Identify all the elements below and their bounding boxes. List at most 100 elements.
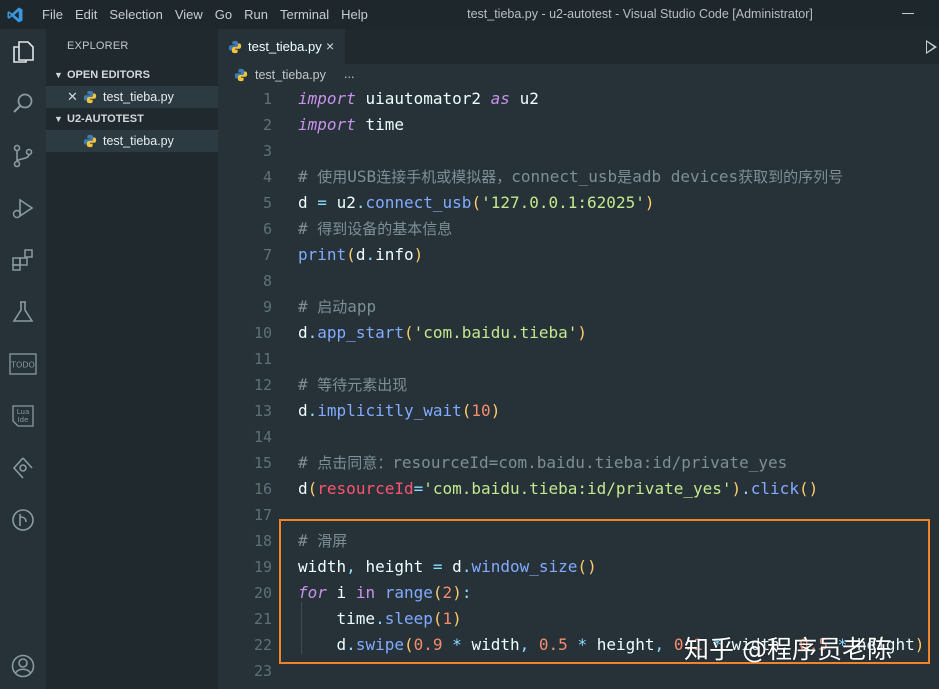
code-text: import uiautomator2 as u2 — [298, 89, 539, 108]
svg-text:TODO: TODO — [10, 361, 35, 370]
run-file-icon[interactable] — [926, 40, 937, 54]
search-icon[interactable] — [8, 89, 38, 119]
close-icon[interactable]: ✕ — [67, 86, 78, 108]
line-number: 22 — [253, 636, 272, 654]
watermark: 知乎 @程序员老陈 — [684, 635, 892, 664]
workspace-section[interactable]: ▼ U2-AUTOTEST — [46, 108, 218, 130]
svg-text:Lua: Lua — [17, 408, 30, 416]
python-file-icon — [228, 40, 242, 54]
code-line: 2 import time — [218, 112, 939, 138]
line-number: 12 — [253, 376, 272, 394]
code-text: # 点击同意：resourceId=com.baidu.tieba:id/pri… — [298, 453, 788, 472]
line-number: 23 — [253, 662, 272, 680]
python-file-icon — [234, 68, 248, 82]
line-number: 19 — [253, 558, 272, 576]
code-text: d.implicitly_wait(10) — [298, 401, 501, 420]
line-number: 20 — [253, 584, 272, 602]
code-text: # 使用USB连接手机或模拟器，connect_usb是adb devices获… — [298, 167, 844, 186]
editor-tab-bar: test_tieba.py × — [218, 29, 939, 64]
lua-ide-icon[interactable]: Lua Ide — [8, 401, 38, 431]
code-line: 5 d = u2.connect_usb('127.0.0.1:62025') — [218, 190, 939, 216]
line-number: 7 — [262, 246, 272, 264]
menu-selection[interactable]: Selection — [103, 7, 168, 22]
code-line: 8 — [218, 268, 939, 294]
open-editor-item[interactable]: ✕ test_tieba.py — [46, 86, 218, 108]
line-number: 17 — [253, 506, 272, 524]
testing-icon[interactable] — [8, 297, 38, 327]
code-line: 11 — [218, 346, 939, 372]
line-number: 10 — [253, 324, 272, 342]
explorer-title: EXPLORER — [67, 40, 129, 52]
code-line: 6 # 得到设备的基本信息 — [218, 216, 939, 242]
workspace-label: U2-AUTOTEST — [67, 113, 144, 125]
line-number: 3 — [262, 142, 272, 160]
code-line: 1 import uiautomator2 as u2 — [218, 86, 939, 112]
code-text: d.app_start('com.baidu.tieba') — [298, 323, 588, 342]
menu-bar: File Edit Selection View Go Run Terminal… — [36, 0, 374, 29]
open-editors-label: OPEN EDITORS — [67, 69, 150, 81]
run-debug-icon[interactable] — [8, 193, 38, 223]
line-number: 16 — [253, 480, 272, 498]
code-text: # 启动app — [298, 297, 377, 316]
line-number: 6 — [262, 220, 272, 238]
tab-label: test_tieba.py — [248, 39, 322, 54]
line-number: 14 — [253, 428, 272, 446]
python-file-icon — [83, 90, 97, 104]
line-number: 4 — [262, 168, 272, 186]
menu-run[interactable]: Run — [238, 7, 274, 22]
activity-bar: TODO Lua Ide — [0, 29, 46, 689]
code-line: 10 d.app_start('com.baidu.tieba') — [218, 320, 939, 346]
code-text: d(resourceId='com.baidu.tieba:id/private… — [298, 479, 819, 498]
vscode-logo-icon — [7, 7, 23, 23]
breadcrumb: test_tieba.py ... — [218, 64, 939, 86]
line-number: 2 — [262, 116, 272, 134]
title-bar: File Edit Selection View Go Run Terminal… — [0, 0, 939, 29]
code-line: 3 — [218, 138, 939, 164]
git-lens-icon[interactable] — [8, 505, 38, 535]
code-text: # 等待元素出现 — [298, 375, 408, 394]
source-control-icon[interactable] — [8, 141, 38, 171]
line-number: 13 — [253, 402, 272, 420]
code-line: 16 d(resourceId='com.baidu.tieba:id/priva… — [218, 476, 939, 502]
code-line: 13 d.implicitly_wait(10) — [218, 398, 939, 424]
line-number: 5 — [262, 194, 272, 212]
code-line: 14 — [218, 424, 939, 450]
line-number: 8 — [262, 272, 272, 290]
account-icon[interactable] — [8, 651, 38, 681]
breadcrumb-file[interactable]: test_tieba.py — [255, 68, 326, 82]
minimize-icon[interactable] — [902, 13, 914, 14]
menu-go[interactable]: Go — [209, 7, 238, 22]
code-line: 15 # 点击同意：resourceId=com.baidu.tieba:id/p… — [218, 450, 939, 476]
workspace-filename: test_tieba.py — [103, 134, 174, 148]
line-number: 11 — [253, 350, 272, 368]
python-file-icon — [83, 134, 97, 148]
code-text: d = u2.connect_usb('127.0.0.1:62025') — [298, 193, 655, 212]
menu-help[interactable]: Help — [335, 7, 374, 22]
line-number: 21 — [253, 610, 272, 628]
line-number: 9 — [262, 298, 272, 316]
tab-close-icon[interactable]: × — [326, 38, 334, 54]
code-line: 9 # 启动app — [218, 294, 939, 320]
code-line: 7 print(d.info) — [218, 242, 939, 268]
window-title: test_tieba.py - u2-autotest - Visual Stu… — [467, 7, 813, 21]
tab-test-tieba[interactable]: test_tieba.py × — [218, 29, 345, 64]
open-editors-section[interactable]: ▼ OPEN EDITORS — [46, 64, 218, 86]
menu-view[interactable]: View — [169, 7, 209, 22]
breadcrumb-more[interactable]: ... — [344, 67, 354, 81]
todo-icon[interactable]: TODO — [8, 349, 38, 379]
line-number: 18 — [253, 532, 272, 550]
menu-terminal[interactable]: Terminal — [274, 7, 335, 22]
menu-file[interactable]: File — [36, 7, 69, 22]
explorer-icon[interactable] — [8, 37, 38, 67]
extensions-icon[interactable] — [8, 245, 38, 275]
chevron-down-icon: ▼ — [54, 114, 63, 124]
code-text: # 得到设备的基本信息 — [298, 219, 453, 238]
code-line: 4 # 使用USB连接手机或模拟器，connect_usb是adb devices… — [218, 164, 939, 190]
code-text: print(d.info) — [298, 245, 424, 264]
git-graph-icon[interactable] — [8, 453, 38, 483]
code-line: 12 # 等待元素出现 — [218, 372, 939, 398]
menu-edit[interactable]: Edit — [69, 7, 103, 22]
svg-text:Ide: Ide — [18, 416, 29, 424]
chevron-down-icon: ▼ — [54, 70, 63, 80]
workspace-file-item[interactable]: test_tieba.py — [46, 130, 218, 152]
